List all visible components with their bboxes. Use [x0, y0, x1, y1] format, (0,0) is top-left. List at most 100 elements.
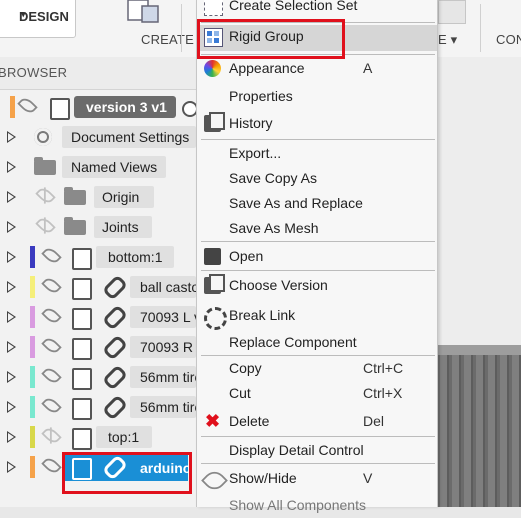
expand-triangle-icon[interactable]	[7, 251, 16, 263]
menu-item-properties[interactable]: Properties	[197, 85, 437, 109]
tree-row-root[interactable]: version 3 v1	[0, 92, 200, 122]
hidden-eye-icon[interactable]	[35, 185, 56, 206]
menu-item-delete[interactable]: ✖ Delete Del	[197, 410, 437, 434]
visibility-eye-icon[interactable]	[41, 365, 62, 386]
expand-triangle-icon[interactable]	[7, 161, 16, 173]
visibility-eye-icon[interactable]	[41, 395, 62, 416]
choose-version-icon	[204, 274, 225, 294]
menu-item-label: Choose Version	[229, 277, 328, 293]
expand-triangle-icon[interactable]	[7, 461, 16, 473]
tree-item-label: Document Settings	[71, 129, 190, 145]
design-label: DESIGN	[19, 9, 69, 24]
menu-item-export[interactable]: Export...	[197, 142, 437, 166]
menu-item-show-all-components[interactable]: Show All Components	[197, 494, 437, 518]
menu-item-create-selection-set[interactable]: Create Selection Set	[197, 0, 437, 18]
tree-row-document-settings[interactable]: Document Settings	[0, 122, 200, 152]
tree-row-70093-r[interactable]: 70093 R	[0, 332, 200, 362]
annotation-highlight-box	[197, 19, 345, 59]
menu-item-show-hide[interactable]: Show/Hide V	[197, 467, 437, 494]
visibility-eye-icon[interactable]	[41, 245, 62, 266]
document-icon	[50, 98, 70, 120]
tree-row-56mm-tire-1[interactable]: 56mm tire	[0, 362, 202, 392]
tree-item-label: bottom:1	[108, 249, 163, 265]
menu-item-label: Show/Hide	[229, 470, 297, 486]
component-color-bar	[30, 306, 35, 328]
hidden-eye-icon[interactable]	[41, 425, 62, 446]
history-icon	[204, 112, 225, 132]
menu-item-history[interactable]: History	[197, 112, 437, 136]
menu-item-label: Save As and Replace	[229, 195, 363, 211]
construct-menu-label[interactable]: CON	[496, 32, 521, 47]
tree-row-joints[interactable]: Joints	[0, 212, 200, 242]
visibility-eye-icon[interactable]	[41, 335, 62, 356]
visibility-eye-icon[interactable]	[41, 305, 62, 326]
tree-row-ball-caster[interactable]: ball casto	[0, 272, 200, 302]
menu-item-label: Show All Components	[229, 497, 366, 513]
expand-triangle-icon[interactable]	[7, 371, 16, 383]
expand-triangle-icon[interactable]	[7, 221, 16, 233]
menu-item-save-as-mesh[interactable]: Save As Mesh	[197, 217, 437, 241]
menu-item-label: Create Selection Set	[229, 0, 358, 13]
shortcut-label: V	[363, 470, 373, 486]
create-menu-label[interactable]: CREATE	[141, 32, 194, 47]
menu-item-label: Cut	[229, 385, 251, 401]
tree-item-label: Origin	[102, 189, 140, 205]
component-pinned-icon	[72, 248, 92, 270]
expand-triangle-icon[interactable]	[7, 191, 16, 203]
folder-icon	[64, 217, 86, 235]
tree-row-top[interactable]: top:1	[0, 422, 200, 452]
visibility-eye-icon[interactable]	[41, 455, 62, 476]
menu-item-label: Appearance	[229, 60, 305, 76]
tree-item-label: Joints	[102, 219, 139, 235]
menu-item-save-copy-as[interactable]: Save Copy As	[197, 167, 437, 191]
browser-header: BROWSER	[0, 57, 200, 90]
menu-item-display-detail-control[interactable]: Display Detail Control	[197, 439, 437, 463]
expand-triangle-icon[interactable]	[7, 401, 16, 413]
menu-divider	[201, 270, 435, 271]
open-folder-icon	[204, 248, 221, 265]
menu-item-label: Save As Mesh	[229, 220, 319, 236]
tree-row-bottom[interactable]: bottom:1	[0, 242, 200, 272]
modify-menu-label[interactable]: E ▾	[438, 32, 457, 48]
create-component-icon[interactable]	[126, 0, 162, 24]
menu-item-choose-version[interactable]: Choose Version	[197, 274, 437, 298]
visibility-eye-icon[interactable]	[17, 95, 38, 116]
menu-item-save-as-and-replace[interactable]: Save As and Replace	[197, 192, 437, 216]
link-icon	[101, 364, 129, 391]
expand-triangle-icon[interactable]	[7, 341, 16, 353]
menu-item-cut[interactable]: Cut Ctrl+X	[197, 382, 437, 406]
delete-x-icon: ✖	[204, 411, 221, 431]
expand-triangle-icon[interactable]	[7, 431, 16, 443]
design-workspace-button[interactable]: DESIGN ▾	[0, 0, 76, 38]
tree-row-origin[interactable]: Origin	[0, 182, 200, 212]
menu-item-appearance[interactable]: Appearance A	[197, 57, 437, 81]
menu-item-label: History	[229, 115, 273, 131]
menu-divider	[201, 241, 435, 242]
tree-item-label: 70093 R	[140, 339, 193, 355]
tree-row-named-views[interactable]: Named Views	[0, 152, 200, 182]
menu-divider	[201, 436, 435, 437]
modify-tool-icon[interactable]	[438, 0, 466, 24]
tree-row-56mm-tire-2[interactable]: 56mm tire	[0, 392, 202, 422]
folder-icon	[34, 157, 56, 175]
menu-item-label: Display Detail Control	[229, 442, 364, 458]
hidden-eye-icon[interactable]	[35, 215, 56, 236]
menu-item-copy[interactable]: Copy Ctrl+C	[197, 357, 437, 381]
expand-triangle-icon[interactable]	[7, 131, 16, 143]
shortcut-label: A	[363, 60, 373, 76]
menu-item-label: Open	[229, 248, 264, 264]
browser-tree: version 3 v1 Document Settings Named Vie…	[0, 90, 205, 507]
visibility-eye-icon[interactable]	[41, 275, 62, 296]
menu-item-open[interactable]: Open	[197, 245, 437, 269]
menu-divider	[201, 463, 435, 464]
model-body[interactable]	[437, 345, 521, 507]
component-icon	[72, 338, 92, 360]
menu-item-label: Delete	[229, 413, 270, 429]
tree-row-70093-l[interactable]: 70093 L v	[0, 302, 201, 332]
link-icon	[101, 274, 129, 301]
link-icon	[101, 394, 129, 421]
expand-triangle-icon[interactable]	[7, 281, 16, 293]
menu-item-break-link[interactable]: Break Link	[197, 304, 437, 330]
expand-triangle-icon[interactable]	[7, 311, 16, 323]
menu-item-replace-component[interactable]: Replace Component	[197, 331, 437, 355]
